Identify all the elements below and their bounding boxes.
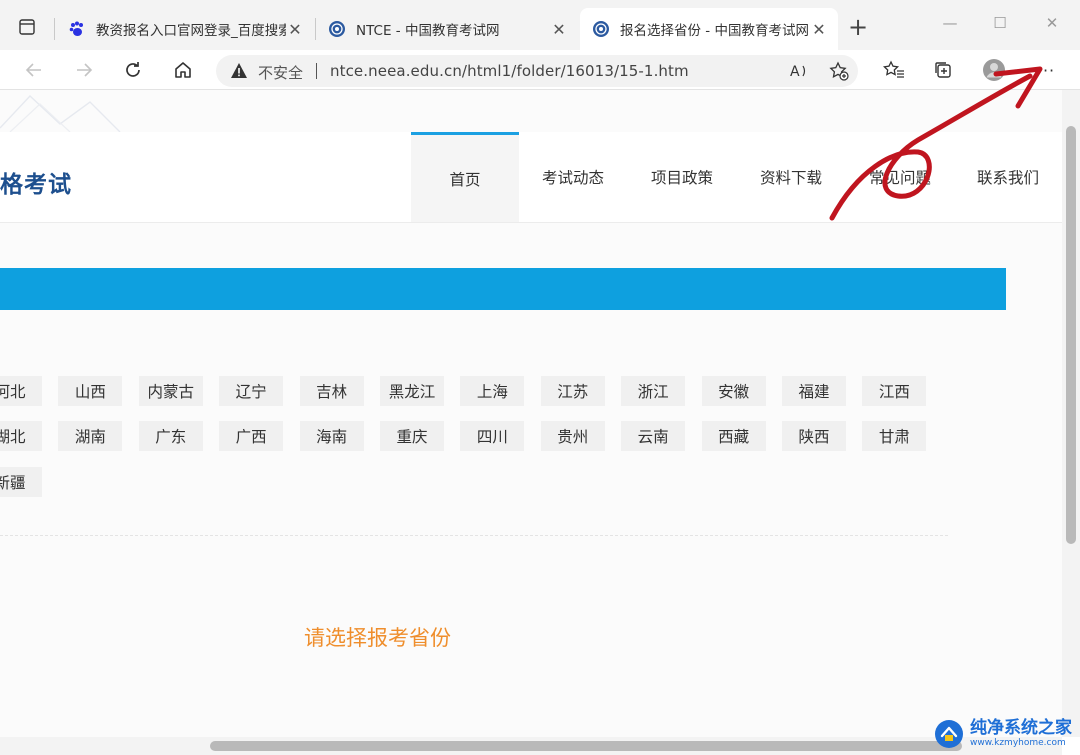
province-button[interactable]: 广西 [219, 421, 284, 451]
svg-text:A: A [790, 64, 800, 80]
vertical-scrollbar-thumb[interactable] [1066, 126, 1076, 544]
province-button[interactable]: 黑龙江 [380, 376, 444, 406]
forward-arrow-icon [77, 63, 93, 77]
tab-separator [54, 18, 55, 40]
profile-button[interactable] [980, 56, 1008, 84]
warning-icon[interactable] [230, 62, 248, 83]
url-divider [316, 63, 317, 79]
province-button[interactable]: 江西 [862, 376, 927, 406]
forward-button[interactable] [70, 56, 98, 84]
close-tab-icon[interactable]: ✕ [286, 20, 304, 39]
browser-toolbar: 不安全 ntce.neea.edu.cn/html1/folder/16013/… [0, 50, 1080, 90]
tab-baidu-search[interactable]: 教资报名入口官网登录_百度搜索 ✕ [56, 8, 314, 50]
neea-seal-icon [328, 20, 346, 38]
province-button[interactable]: 安徽 [701, 376, 766, 406]
province-button[interactable]: 海南 [299, 421, 364, 451]
url-text[interactable]: ntce.neea.edu.cn/html1/folder/16013/15-1… [330, 62, 689, 80]
section-divider [0, 535, 948, 536]
maximize-button[interactable]: ☐ [988, 14, 1012, 34]
avatar [983, 59, 1005, 81]
back-button[interactable] [20, 56, 48, 84]
province-button[interactable]: 浙江 [621, 376, 686, 406]
tab-title: 报名选择省份 - 中国教育考试网 [620, 23, 809, 39]
tab-province-select[interactable]: 报名选择省份 - 中国教育考试网 ✕ [580, 8, 838, 50]
nav-home[interactable]: 首页 [411, 132, 519, 222]
read-aloud-icon[interactable]: A [788, 60, 810, 82]
province-button[interactable]: 江苏 [540, 376, 605, 406]
province-button[interactable]: 云南 [621, 421, 686, 451]
vertical-scrollbar[interactable] [1062, 90, 1080, 737]
province-button[interactable]: 甘肃 [862, 421, 927, 451]
nav-exam-news[interactable]: 考试动态 [519, 132, 627, 222]
site-header: 格考试 首页 考试动态 项目政策 资料下载 常见问题 联系我们 [0, 132, 1062, 223]
neea-seal-icon [592, 20, 610, 38]
collections-button[interactable] [929, 56, 957, 84]
province-button[interactable]: 内蒙古 [138, 376, 203, 406]
tab-ntce-home[interactable]: NTCE - 中国教育考试网 ✕ [316, 8, 578, 50]
section-banner [0, 268, 1006, 310]
province-button[interactable]: 湖南 [58, 421, 123, 451]
watermark-url: www.kzmyhome.com [970, 738, 1066, 748]
watermark-logo-icon [935, 719, 963, 748]
refresh-icon [126, 62, 140, 77]
tab-actions-icon[interactable] [14, 14, 40, 40]
close-window-button[interactable]: ✕ [1040, 14, 1064, 34]
nav-contact[interactable]: 联系我们 [954, 132, 1062, 222]
address-bar[interactable]: 不安全 ntce.neea.edu.cn/html1/folder/16013/… [216, 55, 858, 87]
province-button[interactable]: 重庆 [380, 421, 444, 451]
collections-icon [935, 62, 951, 78]
province-button[interactable]: 贵州 [540, 421, 605, 451]
nav-policy[interactable]: 项目政策 [628, 132, 736, 222]
province-button[interactable]: 陕西 [782, 421, 846, 451]
close-tab-icon[interactable]: ✕ [810, 20, 828, 39]
tab-strip: 教资报名入口官网登录_百度搜索 ✕ NTCE - 中国教育考试网 ✕ 报名选择省… [0, 0, 1080, 50]
province-button[interactable]: 辽宁 [219, 376, 284, 406]
home-button[interactable] [169, 56, 197, 84]
province-button[interactable]: 山西 [58, 376, 123, 406]
baidu-paw-icon [68, 20, 86, 38]
horizontal-scrollbar-thumb[interactable] [210, 741, 962, 751]
page-viewport: 格考试 首页 考试动态 项目政策 资料下载 常见问题 联系我们 河北 山西 内蒙古辽… [0, 90, 1062, 737]
province-button[interactable]: 西藏 [701, 421, 766, 451]
back-arrow-icon [25, 63, 41, 77]
refresh-button[interactable] [119, 56, 147, 84]
security-status-label[interactable]: 不安全 [258, 62, 303, 83]
site-watermark: 纯净系统之家 www.kzmyhome.com [934, 712, 1080, 755]
watermark-name: 纯净系统之家 [970, 718, 1072, 738]
province-button[interactable]: 新疆 [0, 467, 42, 497]
horizontal-scrollbar[interactable] [0, 737, 1062, 755]
close-tab-icon[interactable]: ✕ [550, 20, 568, 39]
settings-menu-button[interactable]: ··· [1032, 56, 1060, 84]
province-button[interactable]: 广东 [138, 421, 203, 451]
nav-faq[interactable]: 常见问题 [846, 132, 954, 222]
nav-downloads[interactable]: 资料下载 [737, 132, 845, 222]
province-button[interactable]: 吉林 [299, 376, 364, 406]
minimize-button[interactable]: — [938, 14, 962, 34]
add-favorite-icon[interactable] [828, 60, 850, 82]
favorites-icon [883, 60, 904, 78]
tab-title: NTCE - 中国教育考试网 [356, 23, 500, 39]
province-button[interactable]: 湖北 [0, 421, 42, 451]
site-title: 格考试 [0, 172, 72, 198]
select-province-prompt: 请选择报考省份 [304, 626, 451, 650]
header-background-decoration [0, 95, 121, 132]
home-icon [175, 62, 191, 78]
province-button[interactable]: 河北 [0, 376, 42, 406]
province-button[interactable]: 福建 [782, 376, 846, 406]
new-tab-button[interactable]: + [846, 15, 870, 40]
favorites-button[interactable] [880, 56, 908, 84]
province-button[interactable]: 上海 [460, 376, 525, 406]
tab-title: 教资报名入口官网登录_百度搜索 [96, 23, 286, 39]
province-button[interactable]: 四川 [460, 421, 525, 451]
